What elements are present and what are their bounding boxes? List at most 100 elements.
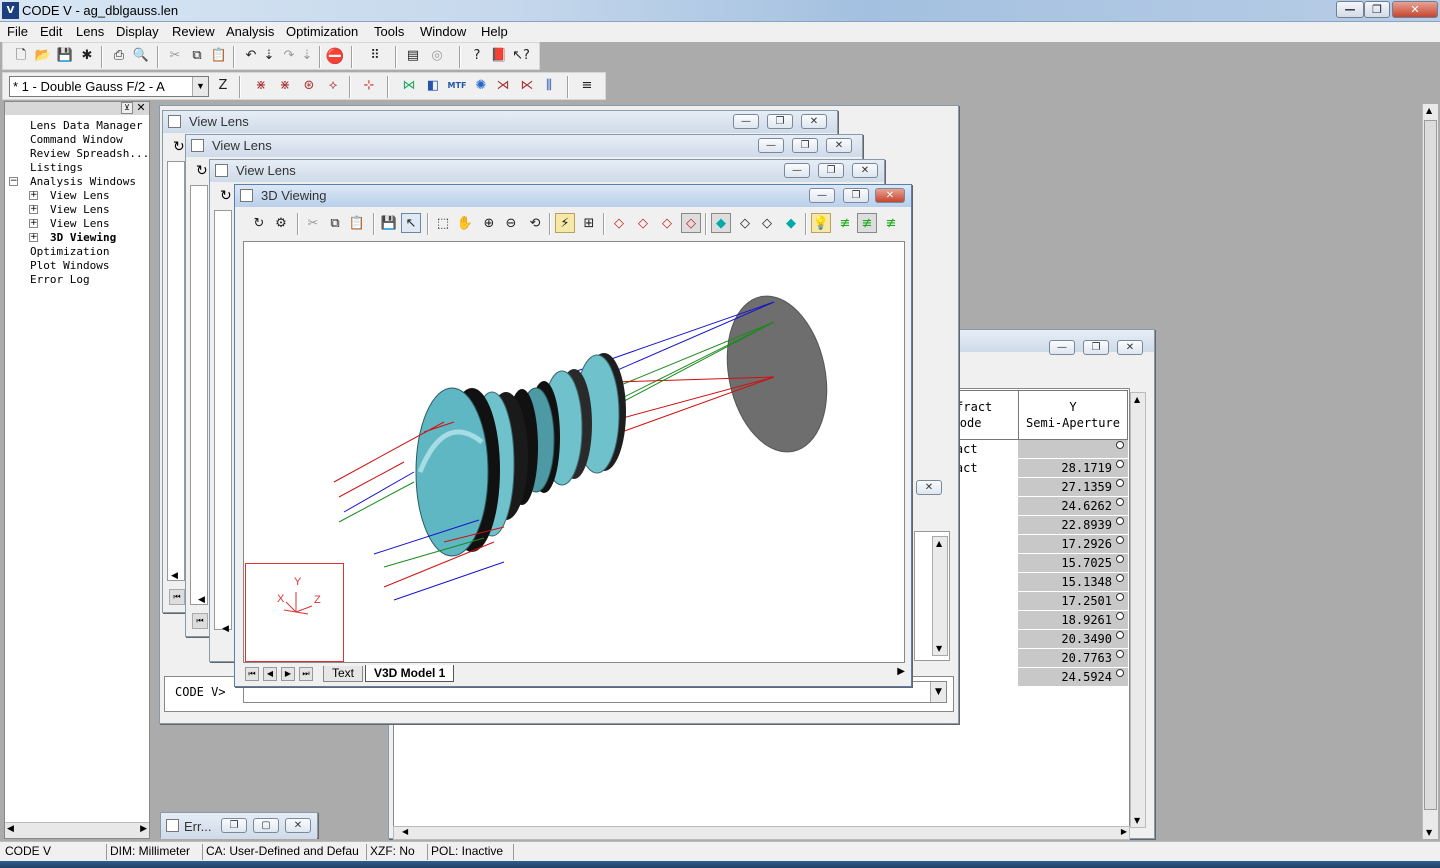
close-icon[interactable]: ✕ xyxy=(285,818,311,833)
y-semi-aperture-cell[interactable]: 24.5924 xyxy=(1018,668,1128,687)
scroll-down-icon[interactable]: ▼ xyxy=(936,644,942,653)
minimize-icon[interactable]: — xyxy=(733,114,759,129)
help-book-icon[interactable]: ? xyxy=(467,46,487,66)
light-bulb-icon[interactable]: 💡 xyxy=(811,213,831,233)
tree-item-error-log[interactable]: Error Log xyxy=(30,273,90,286)
open-folder-icon[interactable]: 📂 xyxy=(33,46,53,66)
scroll-up-icon[interactable]: ▲ xyxy=(936,539,942,548)
wire-cube-icon[interactable]: ◇ xyxy=(633,214,653,234)
zoom-config-button[interactable]: Z xyxy=(213,76,233,96)
highlight-icon[interactable]: ⚡ xyxy=(555,213,575,233)
restore-icon[interactable]: ❐ xyxy=(767,114,793,129)
close-icon[interactable]: ✕ xyxy=(801,114,827,129)
last-tab-icon[interactable]: ⏭ xyxy=(299,667,313,681)
wire-cube-icon[interactable]: ◇ xyxy=(735,214,755,234)
redo-icon[interactable]: ↷ xyxy=(279,46,299,66)
restore-icon[interactable]: ❐ xyxy=(221,818,247,833)
copy-icon[interactable]: ⧉ xyxy=(187,46,207,66)
y-semi-aperture-cell[interactable]: 15.1348 xyxy=(1018,573,1128,592)
glass-expert-icon[interactable]: ⊛ xyxy=(299,76,319,96)
select-pointer-icon[interactable]: ↖ xyxy=(401,213,421,233)
menu-optimization[interactable]: Optimization xyxy=(286,24,358,39)
minimize-icon[interactable]: — xyxy=(809,188,835,203)
zoom-in-icon[interactable]: ⊕ xyxy=(479,214,499,234)
menu-analysis[interactable]: Analysis xyxy=(226,24,274,39)
pan-icon[interactable]: ✋ xyxy=(455,214,475,234)
pin-icon[interactable]: ⊻ xyxy=(121,102,133,114)
restore-icon[interactable]: ❐ xyxy=(1083,340,1109,355)
collapse-icon[interactable]: − xyxy=(9,177,18,186)
restore-icon[interactable]: ❐ xyxy=(818,163,844,178)
solve-indicator-icon[interactable] xyxy=(1116,460,1124,468)
next-tab-icon[interactable]: ▶ xyxy=(281,667,295,681)
y-semi-aperture-cell[interactable]: 24.6262 xyxy=(1018,497,1128,516)
y-semi-aperture-cell[interactable]: 15.7025 xyxy=(1018,554,1128,573)
sparkle-icon[interactable]: ✱ xyxy=(77,46,97,66)
y-semi-aperture-cell[interactable]: 27.1359 xyxy=(1018,478,1128,497)
tree-horizontal-scrollbar[interactable]: ◀ ▶ xyxy=(5,822,149,838)
zoom-out-icon[interactable]: ⊖ xyxy=(501,214,521,234)
solve-indicator-icon[interactable] xyxy=(1116,650,1124,658)
minimize-icon[interactable]: — xyxy=(784,163,810,178)
wire-cube-icon[interactable]: ◇ xyxy=(681,213,701,233)
field-curve-icon[interactable]: ⋊ xyxy=(493,76,513,96)
solve-indicator-icon[interactable] xyxy=(1116,441,1124,449)
solve-indicator-icon[interactable] xyxy=(1116,593,1124,601)
context-help-icon[interactable]: ↖? xyxy=(511,46,531,66)
configuration-select[interactable]: * 1 - Double Gauss F/2 - A ▼ xyxy=(9,76,209,97)
refresh-icon[interactable]: ↻ xyxy=(249,214,269,234)
y-semi-aperture-cell[interactable] xyxy=(1018,440,1128,459)
close-icon[interactable]: ✕ xyxy=(875,188,905,203)
header-y-semi-aperture[interactable]: Y Semi-Aperture xyxy=(1019,391,1127,439)
ray-settings-icon[interactable]: ≢ xyxy=(857,213,877,233)
spreadsheet-horizontal-scrollbar[interactable]: ◀ ▶ xyxy=(393,826,1130,840)
refresh-icon[interactable]: ↻ xyxy=(173,139,185,155)
tab-text[interactable]: Text xyxy=(323,666,364,682)
menu-file[interactable]: File xyxy=(7,24,28,39)
shaded-cube-icon[interactable]: ◆ xyxy=(781,214,801,234)
save-icon[interactable]: 💾 xyxy=(55,46,75,66)
tolerance-icon[interactable]: ⋇ xyxy=(275,76,295,96)
cut-icon[interactable]: ✂ xyxy=(303,214,323,234)
zoom-document-icon[interactable]: ◎ xyxy=(427,46,447,66)
first-tab-icon[interactable]: ⏮ xyxy=(245,667,259,681)
scroll-left-icon[interactable]: ◀ xyxy=(402,827,408,836)
close-icon[interactable]: ✕ xyxy=(852,163,878,178)
tree-item-lens-data-manager[interactable]: Lens Data Manager xyxy=(30,119,143,132)
chevron-down-icon[interactable]: ▼ xyxy=(192,77,208,96)
y-semi-aperture-cell[interactable]: 20.7763 xyxy=(1018,649,1128,668)
scroll-left-icon[interactable]: ◀ xyxy=(171,571,178,581)
prev-tab-icon[interactable]: ◀ xyxy=(263,667,277,681)
encircled-energy-icon[interactable]: ⫼ xyxy=(539,76,559,96)
tree-item-analysis-windows[interactable]: Analysis Windows xyxy=(30,175,136,188)
menu-help[interactable]: Help xyxy=(481,24,508,39)
menu-edit[interactable]: Edit xyxy=(40,24,62,39)
maximize-icon[interactable]: ▢ xyxy=(253,818,279,833)
dots-icon[interactable]: ⠿ xyxy=(365,46,385,66)
scroll-down-icon[interactable]: ▼ xyxy=(1134,816,1140,825)
menu-display[interactable]: Display xyxy=(116,24,159,39)
tree-item-review-spreadsheet[interactable]: Review Spreadsh... xyxy=(30,147,149,160)
scroll-right-icon[interactable]: ▶ xyxy=(897,666,905,677)
print-preview-icon[interactable]: 🔍 xyxy=(131,46,151,66)
menu-tools[interactable]: Tools xyxy=(374,24,404,39)
minimize-icon[interactable]: — xyxy=(1049,340,1075,355)
first-page-icon[interactable]: ⏮ xyxy=(192,613,208,629)
paste-icon[interactable]: 📋 xyxy=(347,214,367,234)
close-icon[interactable]: ✕ xyxy=(1117,340,1143,355)
undo-drop-icon[interactable]: ⇣ xyxy=(259,46,279,66)
beam-synthesis-icon[interactable]: ⟡ xyxy=(323,76,343,96)
undo-icon[interactable]: ↶ xyxy=(241,46,261,66)
close-icon[interactable]: ✕ xyxy=(135,102,147,114)
cut-icon[interactable]: ✂ xyxy=(165,46,185,66)
restore-icon[interactable]: ❐ xyxy=(792,138,818,153)
scroll-left-icon[interactable]: ◀ xyxy=(198,595,205,605)
subwindow-vertical-scrollbar[interactable]: ▲ ▼ xyxy=(932,536,948,656)
view-lens-icon[interactable]: ⊹ xyxy=(359,76,379,96)
error-log-minimized-window[interactable]: Err... ❐ ▢ ✕ xyxy=(160,812,318,839)
close-icon[interactable]: ✕ xyxy=(1392,1,1438,18)
paste-icon[interactable]: 📋 xyxy=(209,46,229,66)
menu-lens[interactable]: Lens xyxy=(76,24,104,39)
copy-icon[interactable]: ⧉ xyxy=(325,214,345,234)
tab-v3d-model-1[interactable]: V3D Model 1 xyxy=(365,665,455,682)
